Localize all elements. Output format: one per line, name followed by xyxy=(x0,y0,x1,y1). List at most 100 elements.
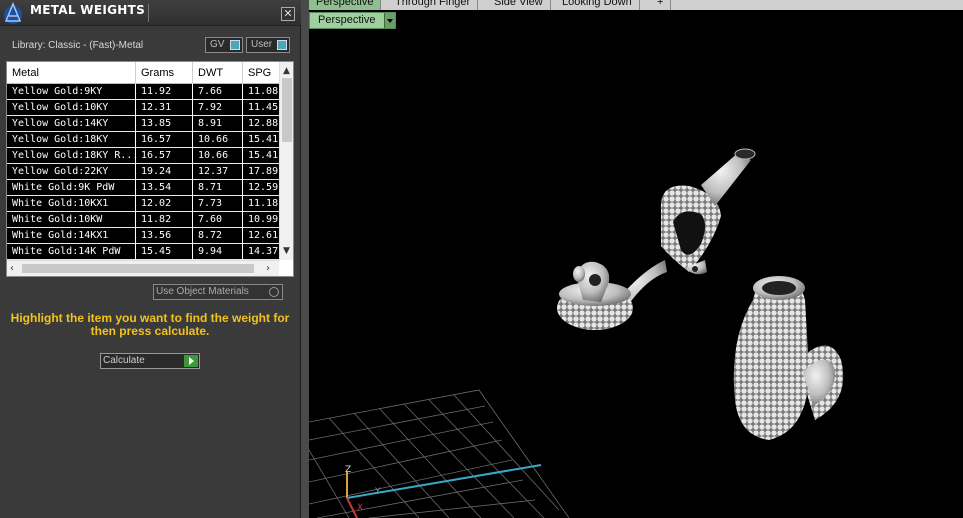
table-body: Yellow Gold:9KY 11.92 7.66 11.08 Yellow … xyxy=(7,84,283,260)
horizontal-scrollbar[interactable]: ‹ › xyxy=(7,260,279,276)
cell-dwt: 8.71 xyxy=(193,180,243,196)
panel-title: METAL WEIGHTS xyxy=(30,3,146,17)
table-header: Metal Grams DWT SPG xyxy=(7,62,283,84)
scroll-up-icon[interactable]: ▲ xyxy=(283,66,290,76)
cell-grams: 13.56 xyxy=(136,228,193,244)
cell-grams: 11.92 xyxy=(136,84,193,100)
axis-label-z: Z xyxy=(345,465,351,475)
tab-side-view[interactable]: Side View xyxy=(487,0,551,10)
scroll-right-icon[interactable]: › xyxy=(266,263,270,274)
column-header-grams[interactable]: Grams xyxy=(136,62,193,84)
cell-metal: Yellow Gold:18KY R... xyxy=(7,148,136,164)
add-tab-button[interactable]: + xyxy=(650,0,672,10)
cufflink-top-model[interactable] xyxy=(660,148,756,275)
cell-metal: White Gold:14K PdW xyxy=(7,244,136,260)
cell-metal: White Gold:14KX1 xyxy=(7,228,136,244)
panel-titlebar[interactable]: METAL WEIGHTS ✕ xyxy=(0,0,301,26)
cell-metal: White Gold:9K PdW xyxy=(7,180,136,196)
cell-metal: White Gold:10KW xyxy=(7,212,136,228)
table-row[interactable]: Yellow Gold:18KY 16.57 10.66 15.41 xyxy=(7,132,283,148)
vertical-scrollbar[interactable]: ▲ ▼ xyxy=(279,62,293,260)
table-row[interactable]: Yellow Gold:18KY R... 16.57 10.66 15.41 xyxy=(7,148,283,164)
cell-dwt: 8.72 xyxy=(193,228,243,244)
tab-perspective[interactable]: Perspective xyxy=(309,0,382,10)
table-row[interactable]: Yellow Gold:22KY 19.24 12.37 17.89 xyxy=(7,164,283,180)
cell-dwt: 7.66 xyxy=(193,84,243,100)
table-row[interactable]: Yellow Gold:10KY 12.31 7.92 11.45 xyxy=(7,100,283,116)
column-header-dwt[interactable]: DWT xyxy=(193,62,243,84)
table-row[interactable]: White Gold:14K PdW 15.45 9.94 14.37 xyxy=(7,244,283,260)
table-row[interactable]: Yellow Gold:14KY 13.85 8.91 12.88 xyxy=(7,116,283,132)
cufflink-left-model[interactable] xyxy=(557,260,667,330)
app-window: METAL WEIGHTS ✕ Library: Classic - (Fast… xyxy=(0,0,963,518)
cell-dwt: 9.94 xyxy=(193,244,243,260)
table-row[interactable]: White Gold:9K PdW 13.54 8.71 12.59 xyxy=(7,180,283,196)
use-object-materials-label: Use Object Materials xyxy=(156,286,249,297)
cell-metal: Yellow Gold:18KY xyxy=(7,132,136,148)
view-dropdown[interactable]: Perspective xyxy=(309,12,396,29)
cell-dwt: 10.66 xyxy=(193,148,243,164)
scroll-thumb[interactable] xyxy=(282,78,292,142)
cell-metal: White Gold:10KX1 xyxy=(7,196,136,212)
cell-grams: 11.82 xyxy=(136,212,193,228)
cell-spg: 11.45 xyxy=(243,100,283,116)
table-row[interactable]: White Gold:14KX1 13.56 8.72 12.61 xyxy=(7,228,283,244)
instruction-text: Highlight the item you want to find the … xyxy=(10,311,290,338)
radio-icon xyxy=(269,287,279,297)
user-toggle-label: User xyxy=(251,39,273,50)
view-dropdown-label: Perspective xyxy=(318,14,376,26)
calculate-label: Calculate xyxy=(103,355,145,366)
cell-spg: 11.08 xyxy=(243,84,283,100)
cell-spg: 12.61 xyxy=(243,228,283,244)
scroll-thumb[interactable] xyxy=(22,264,254,273)
library-label: Library: Classic - (Fast)-Metal xyxy=(12,40,144,51)
use-object-materials-toggle[interactable]: Use Object Materials xyxy=(153,284,283,300)
cell-grams: 13.54 xyxy=(136,180,193,196)
cell-spg: 10.99 xyxy=(243,212,283,228)
cell-spg: 17.89 xyxy=(243,164,283,180)
cell-spg: 12.88 xyxy=(243,116,283,132)
table-row[interactable]: White Gold:10KX1 12.02 7.73 11.18 xyxy=(7,196,283,212)
cell-metal: Yellow Gold:9KY xyxy=(7,84,136,100)
3d-scene: Z Y X xyxy=(309,148,844,518)
cell-grams: 19.24 xyxy=(136,164,193,180)
cell-metal: Yellow Gold:14KY xyxy=(7,116,136,132)
cell-grams: 15.45 xyxy=(136,244,193,260)
toggle-knob-icon xyxy=(277,40,287,50)
cell-grams: 13.85 xyxy=(136,116,193,132)
cell-spg: 11.18 xyxy=(243,196,283,212)
calculate-button[interactable]: Calculate xyxy=(100,353,200,369)
play-icon xyxy=(184,355,198,367)
gv-toggle-label: GV xyxy=(210,39,225,50)
table-row[interactable]: Yellow Gold:9KY 11.92 7.66 11.08 xyxy=(7,84,283,100)
tab-looking-down[interactable]: Looking Down xyxy=(555,0,640,10)
user-toggle[interactable]: User xyxy=(246,37,290,53)
gv-toggle[interactable]: GV xyxy=(205,37,243,53)
scroll-left-icon[interactable]: ‹ xyxy=(10,263,14,274)
cell-spg: 15.41 xyxy=(243,148,283,164)
scroll-down-icon[interactable]: ▼ xyxy=(283,246,290,256)
3d-viewport[interactable]: Z Y X Perspective xyxy=(309,10,963,518)
close-button[interactable]: ✕ xyxy=(281,7,295,21)
cufflink-right-model[interactable] xyxy=(733,276,844,440)
cell-dwt: 7.92 xyxy=(193,100,243,116)
table-row[interactable]: White Gold:10KW 11.82 7.60 10.99 xyxy=(7,212,283,228)
viewport-tabs: Perspective Through Finger Side View Loo… xyxy=(309,0,963,10)
tab-through-finger[interactable]: Through Finger xyxy=(388,0,479,10)
cell-grams: 12.31 xyxy=(136,100,193,116)
cell-grams: 16.57 xyxy=(136,148,193,164)
metal-table: Metal Grams DWT SPG Yellow Gold:9KY 11.9… xyxy=(6,61,294,277)
panel-grip-icon xyxy=(148,4,158,22)
column-header-spg[interactable]: SPG xyxy=(243,62,283,84)
cell-spg: 14.37 xyxy=(243,244,283,260)
metal-weights-panel: METAL WEIGHTS ✕ Library: Classic - (Fast… xyxy=(0,0,301,518)
panel-splitter[interactable] xyxy=(301,0,309,518)
toggle-knob-icon xyxy=(230,40,240,50)
cell-spg: 12.59 xyxy=(243,180,283,196)
cell-spg: 15.41 xyxy=(243,132,283,148)
cell-grams: 12.02 xyxy=(136,196,193,212)
column-header-metal[interactable]: Metal xyxy=(7,62,136,84)
chevron-down-icon xyxy=(384,13,395,28)
cell-metal: Yellow Gold:22KY xyxy=(7,164,136,180)
cell-dwt: 7.73 xyxy=(193,196,243,212)
